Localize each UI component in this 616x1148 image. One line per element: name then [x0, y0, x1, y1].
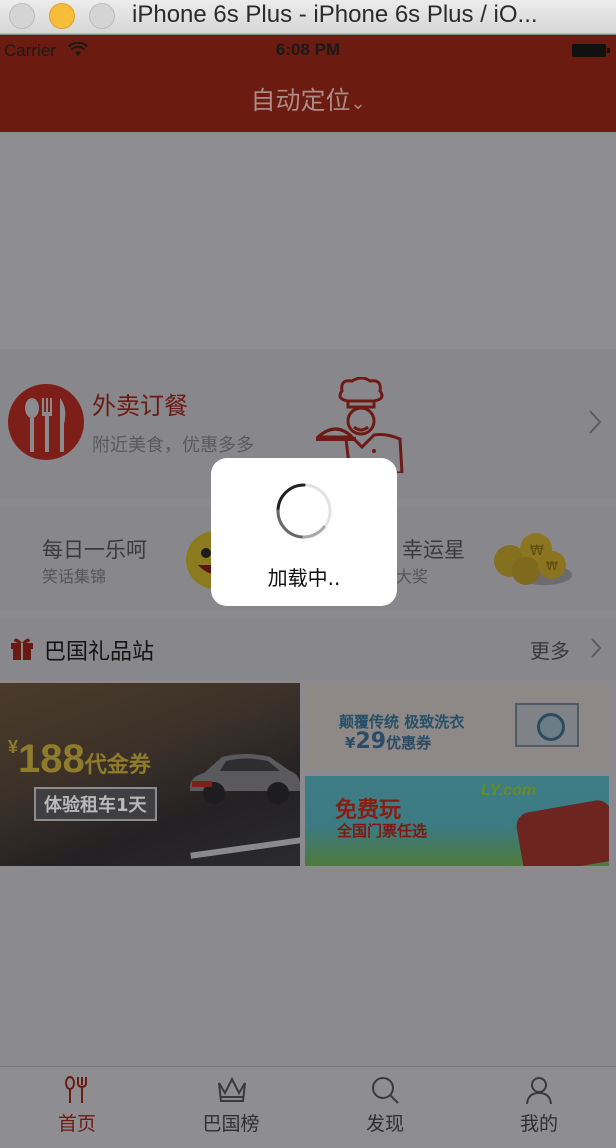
ticket-subtitle: 全国门票任选 — [337, 822, 428, 840]
promo-lucky-subtitle: 大奖 — [396, 567, 429, 586]
window-title: iPhone 6s Plus - iPhone 6s Plus / iO... — [132, 1, 538, 28]
promo-jokes-title: 每日一乐呵 — [42, 538, 147, 562]
laundry-coupon-tile[interactable]: 颠覆传统 极致洗衣 ¥29优惠券 — [305, 683, 609, 771]
car-coupon-price: ¥188代金券 — [8, 737, 151, 782]
location-selector[interactable]: 自动定位⌄ — [0, 81, 616, 117]
promo-lucky-title: 幸运星 — [402, 538, 465, 562]
ticket-promo-tile[interactable]: 免费玩 全国门票任选 LY.com — [305, 776, 609, 866]
tab-home[interactable]: 首页 — [0, 1067, 154, 1148]
svg-text:₩: ₩ — [546, 559, 558, 573]
road-line — [190, 833, 300, 859]
window-maximize-button[interactable] — [89, 3, 115, 29]
chevron-right-icon[interactable] — [590, 637, 602, 659]
laundry-price: ¥29优惠券 — [345, 729, 431, 754]
food-icon — [65, 1076, 87, 1103]
spinner-icon — [276, 483, 332, 539]
person-icon — [526, 1077, 552, 1105]
tab-home-label: 首页 — [57, 1113, 96, 1135]
laundry-amount: 29 — [355, 729, 387, 754]
tab-bar: 首页 巴国榜 发现 我的 — [0, 1066, 616, 1148]
tab-ranking-label: 巴国榜 — [202, 1113, 260, 1135]
status-time: 6:08 PM — [275, 40, 341, 59]
car-coupon-badge: 体验租车1天 — [34, 787, 157, 821]
car-rental-coupon-tile[interactable]: ¥188代金券 体验租车1天 — [0, 683, 300, 866]
gift-tiles: ¥188代金券 体验租车1天 颠覆传统 极致洗衣 ¥29优惠券 免费玩 全国门票… — [0, 683, 616, 866]
tab-ranking[interactable]: 巴国榜 — [154, 1067, 308, 1148]
car-icon — [189, 754, 300, 804]
gift-section-header: 巴国礼品站 更多 — [0, 618, 616, 680]
location-label: 自动定位 — [250, 86, 351, 115]
search-icon — [372, 1077, 399, 1104]
tab-profile[interactable]: 我的 — [462, 1067, 616, 1148]
car-coupon-unit: 代金券 — [84, 752, 151, 777]
laundry-yen: ¥ — [345, 734, 356, 752]
banner-carousel[interactable] — [0, 132, 616, 349]
navigation-bar: Carrier 6:08 PM 自动定位⌄ — [0, 35, 616, 132]
more-link[interactable]: 更多 — [530, 635, 570, 664]
cutlery-icon — [8, 384, 84, 460]
loading-hud: 加载中.. — [211, 458, 397, 606]
cartoon-car-icon — [514, 798, 609, 866]
gift-icon — [11, 638, 33, 660]
window-close-button[interactable] — [9, 3, 35, 29]
car-coupon-yen: ¥ — [8, 737, 19, 757]
tab-discover[interactable]: 发现 — [308, 1067, 462, 1148]
chevron-down-icon: ⌄ — [350, 93, 366, 114]
phone-screen: Carrier 6:08 PM 自动定位⌄ 外卖订餐 附近美食，优惠多多 每日一… — [0, 35, 616, 1148]
battery-icon — [572, 44, 610, 57]
simulator-titlebar: iPhone 6s Plus - iPhone 6s Plus / iO... — [0, 0, 616, 34]
chevron-right-icon — [589, 410, 602, 434]
takeout-subtitle: 附近美食，优惠多多 — [92, 435, 254, 456]
ly-logo: LY.com — [481, 782, 537, 799]
promo-jokes-subtitle: 笑话集锦 — [42, 567, 107, 586]
washing-machine-icon — [515, 703, 579, 747]
window-minimize-button[interactable] — [49, 3, 75, 29]
tab-discover-label: 发现 — [365, 1113, 404, 1135]
takeout-title: 外卖订餐 — [92, 392, 188, 420]
svg-text:₩: ₩ — [530, 543, 544, 559]
crown-icon — [218, 1076, 246, 1102]
car-coupon-amount: 188 — [18, 737, 85, 781]
tab-profile-label: 我的 — [519, 1113, 558, 1135]
coins-icon: ₩ ₩ — [494, 533, 572, 585]
loading-text: 加载中.. — [267, 566, 341, 590]
laundry-unit: 优惠券 — [386, 734, 432, 752]
gift-section-title: 巴国礼品站 — [44, 640, 155, 665]
